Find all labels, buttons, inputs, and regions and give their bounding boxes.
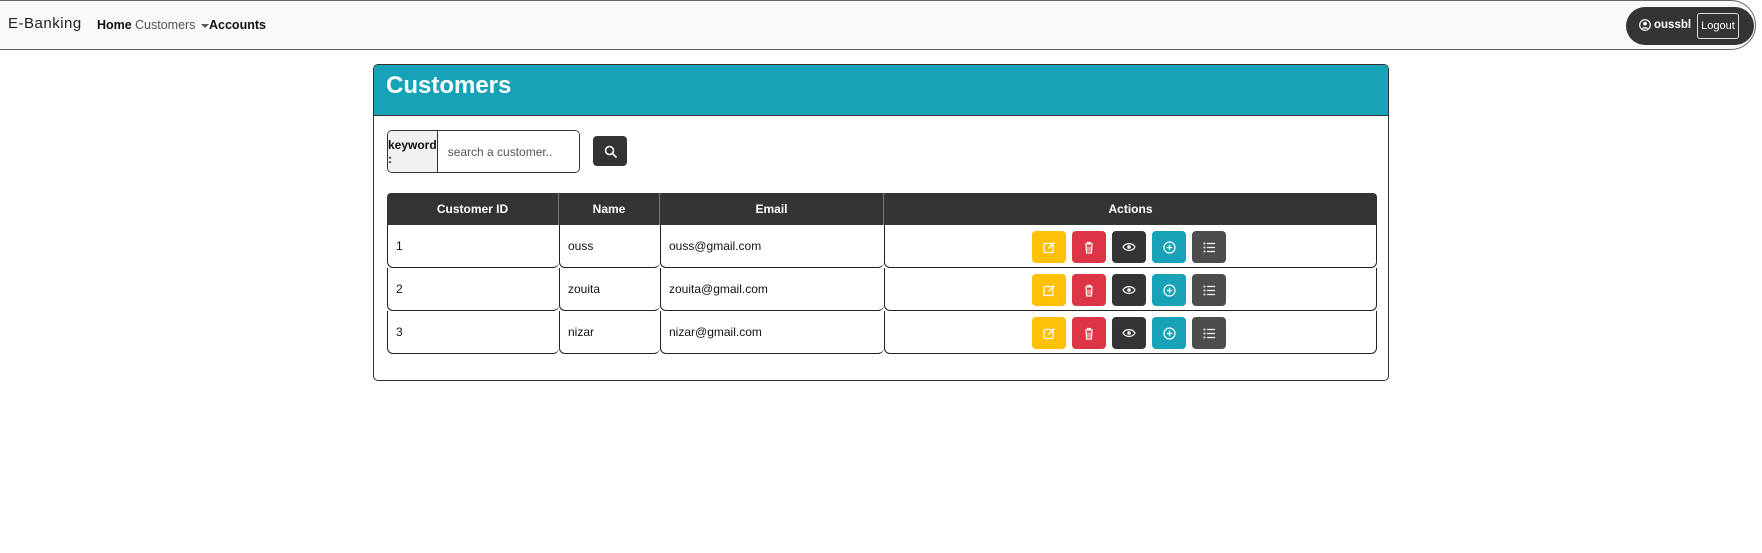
trash-icon [1085, 284, 1093, 297]
list-icon [1203, 328, 1215, 338]
user-circle-icon [1639, 19, 1651, 31]
accounts-list-button[interactable] [1192, 231, 1226, 263]
header-actions: Actions [1108, 202, 1153, 216]
view-button[interactable] [1112, 317, 1146, 349]
add-account-button[interactable] [1152, 274, 1186, 306]
search-label: keyword : [388, 131, 438, 172]
table-row: 2 zouita zouita@gmail.com [387, 268, 1377, 311]
view-button[interactable] [1112, 274, 1146, 306]
view-button[interactable] [1112, 231, 1146, 263]
plus-circle-icon [1162, 283, 1176, 297]
header-customer-id: Customer ID [387, 193, 559, 225]
plus-circle-icon [1162, 240, 1176, 254]
table-row: 3 nizar nizar@gmail.com [387, 311, 1377, 354]
list-icon [1203, 242, 1215, 252]
cell-name: nizar [559, 311, 660, 354]
brand-logo[interactable]: E-Banking [8, 15, 82, 32]
edit-icon [1042, 284, 1055, 296]
edit-icon [1042, 241, 1055, 253]
cell-email: zouita@gmail.com [660, 268, 884, 311]
row-actions [1032, 231, 1226, 263]
user-name: oussbl [1654, 19, 1692, 31]
add-account-button[interactable] [1152, 317, 1186, 349]
edit-icon [1042, 327, 1055, 339]
cell-email: nizar@gmail.com [660, 311, 884, 354]
search-group: keyword : [387, 130, 580, 173]
list-icon [1203, 285, 1215, 295]
page-title: Customers [386, 72, 512, 99]
accounts-list-button[interactable] [1192, 317, 1226, 349]
eye-icon [1122, 243, 1136, 251]
nav-customers-dropdown[interactable]: Customers [135, 18, 210, 32]
nav-customers-label: Customers [135, 18, 196, 32]
cell-customer-id: 1 [387, 225, 559, 268]
search-button[interactable] [593, 136, 627, 166]
delete-button[interactable] [1072, 274, 1106, 306]
delete-button[interactable] [1072, 317, 1106, 349]
table-header: Customer ID Name Email Actions [387, 193, 1377, 225]
table-row: 1 ouss ouss@gmail.com [387, 225, 1377, 268]
edit-button[interactable] [1032, 231, 1066, 263]
trash-icon [1085, 327, 1093, 340]
eye-icon [1122, 286, 1136, 294]
card-header: Customers [374, 65, 1388, 116]
eye-icon [1122, 329, 1136, 337]
nav-home[interactable]: Home [97, 18, 132, 32]
edit-button[interactable] [1032, 317, 1066, 349]
add-account-button[interactable] [1152, 231, 1186, 263]
plus-circle-icon [1162, 326, 1176, 340]
row-actions [1032, 317, 1226, 349]
logout-button[interactable]: Logout [1697, 13, 1739, 39]
cell-customer-id: 2 [387, 268, 559, 311]
row-actions [1032, 274, 1226, 306]
delete-button[interactable] [1072, 231, 1106, 263]
accounts-list-button[interactable] [1192, 274, 1226, 306]
header-name: Name [559, 193, 660, 225]
edit-button[interactable] [1032, 274, 1066, 306]
search-icon [604, 145, 617, 158]
top-navbar: E-Banking Home Customers Accounts oussbl… [0, 0, 1756, 50]
cell-customer-id: 3 [387, 311, 559, 354]
header-email: Email [660, 193, 884, 225]
cell-email: ouss@gmail.com [660, 225, 884, 268]
search-input[interactable] [437, 131, 579, 172]
trash-icon [1085, 241, 1093, 254]
user-menu: oussbl Logout [1626, 7, 1754, 45]
cell-name: ouss [559, 225, 660, 268]
nav-accounts[interactable]: Accounts [209, 18, 266, 32]
cell-name: zouita [559, 268, 660, 311]
customers-card: Customers keyword : Customer ID Name Ema… [373, 64, 1389, 381]
